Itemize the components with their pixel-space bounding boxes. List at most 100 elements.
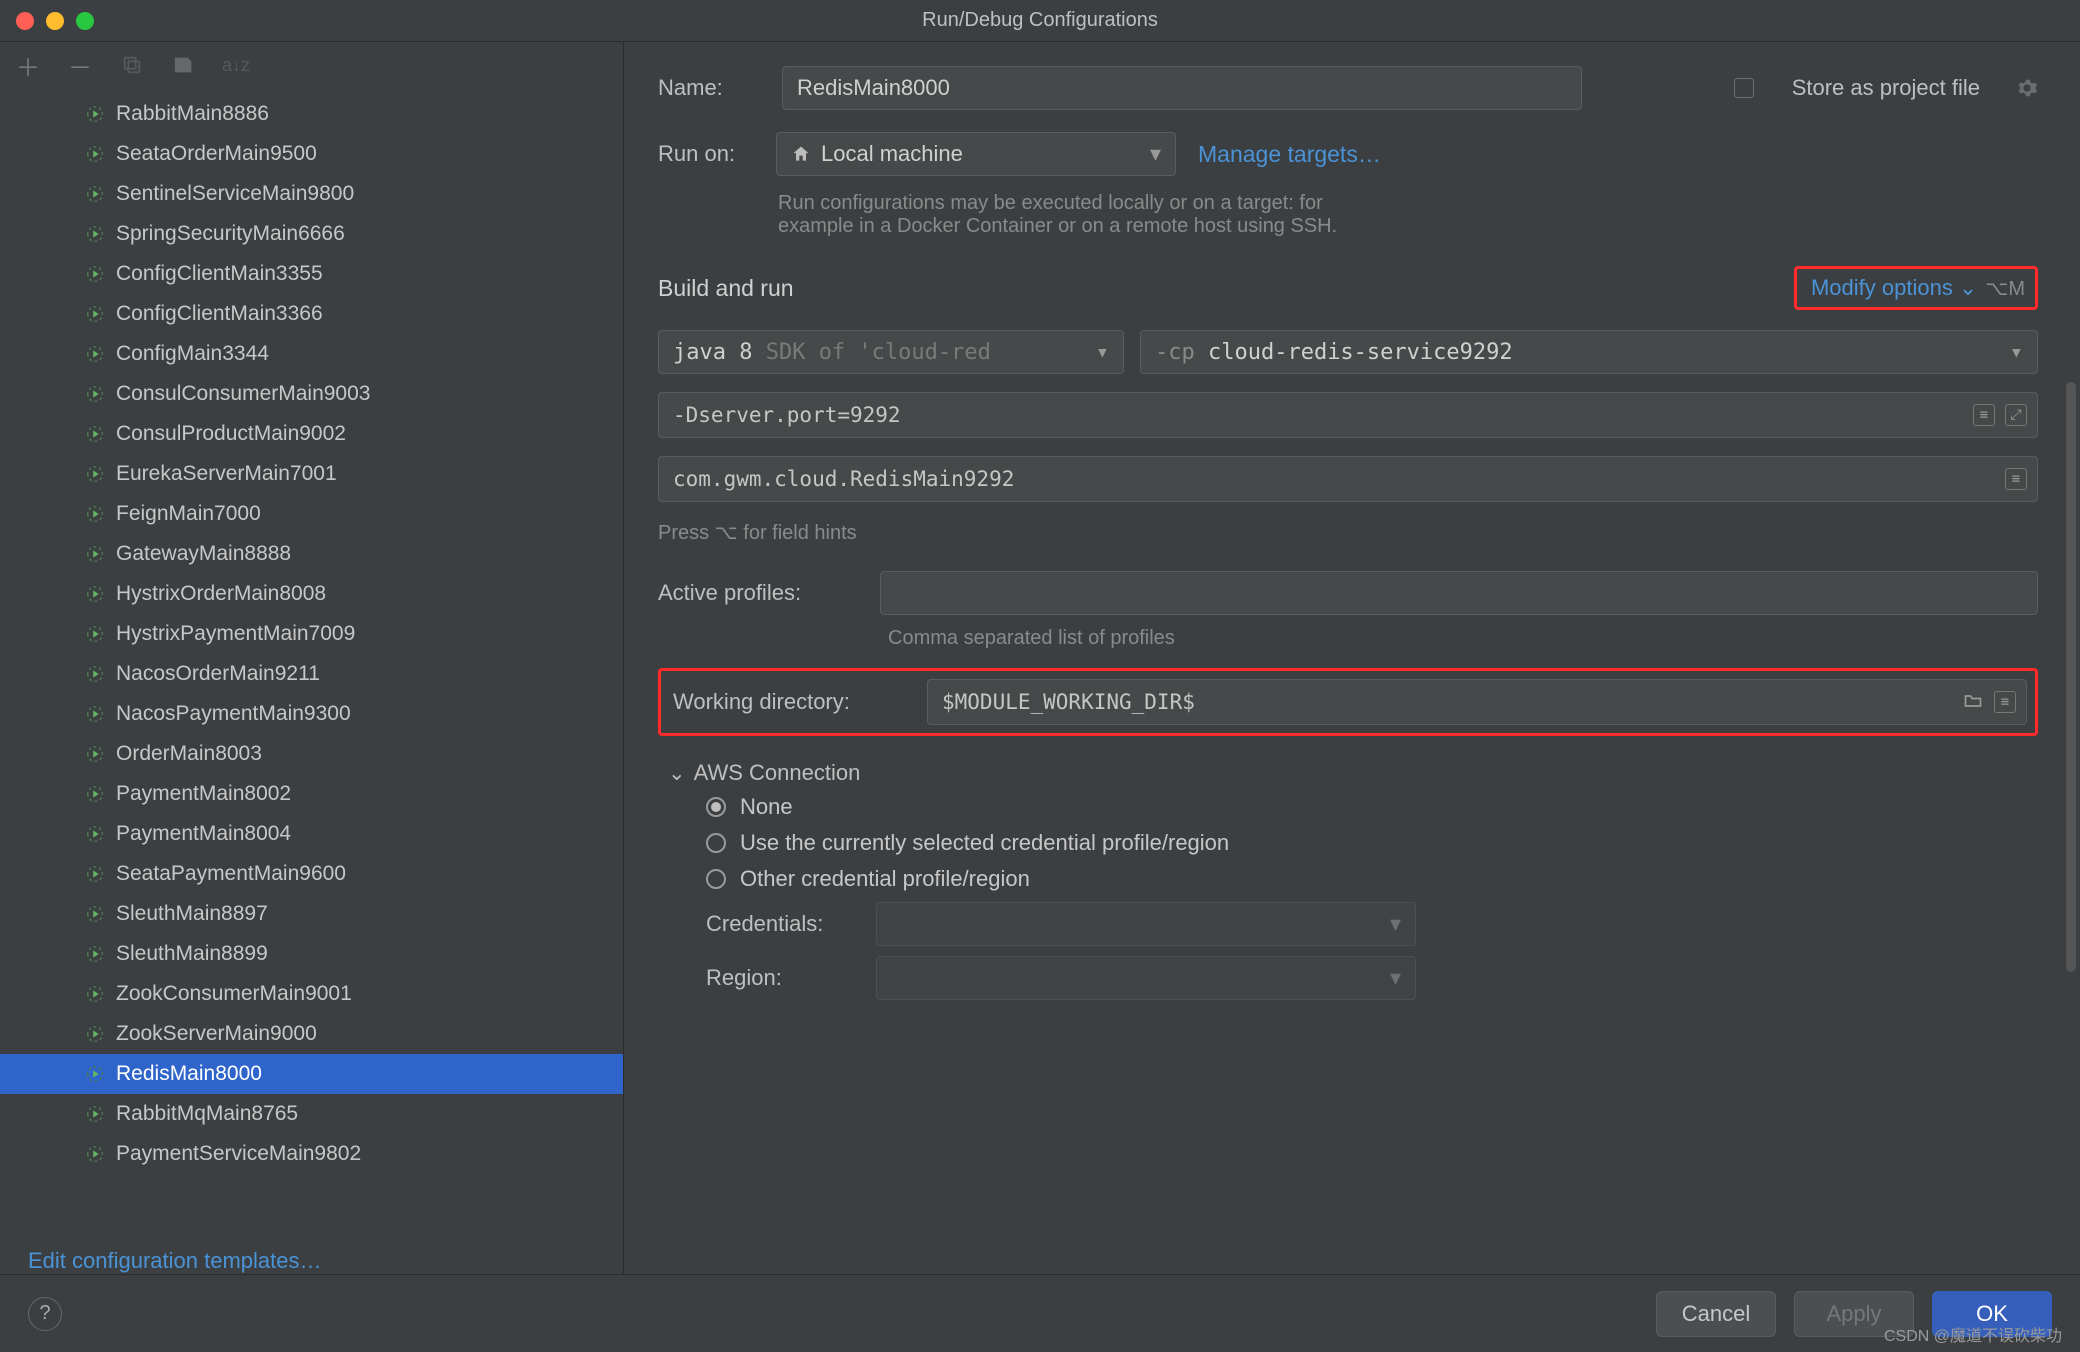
run-config-icon (84, 223, 106, 245)
store-as-project-file-checkbox[interactable] (1734, 78, 1754, 98)
aws-other-option[interactable]: Other credential profile/region (706, 866, 2038, 892)
fullscreen-field-icon[interactable]: ⤢ (2005, 404, 2027, 426)
active-profiles-label: Active profiles: (658, 580, 858, 606)
close-window-button[interactable] (16, 12, 34, 30)
config-item[interactable]: NacosPaymentMain9300 (0, 694, 623, 734)
radio-icon (706, 869, 726, 889)
config-item[interactable]: PaymentMain8002 (0, 774, 623, 814)
config-item[interactable]: ConsulProductMain9002 (0, 414, 623, 454)
config-item[interactable]: SleuthMain8899 (0, 934, 623, 974)
run-config-icon (84, 783, 106, 805)
config-item-label: EurekaServerMain7001 (116, 462, 337, 486)
working-directory-input[interactable]: $MODULE_WORKING_DIR$ ≡ (927, 679, 2027, 725)
run-on-select[interactable]: Local machine (776, 132, 1176, 176)
run-config-icon (84, 703, 106, 725)
config-item[interactable]: ZookServerMain9000 (0, 1014, 623, 1054)
folder-icon[interactable] (1962, 691, 1984, 713)
run-config-icon (84, 383, 106, 405)
aws-region-select[interactable] (876, 956, 1416, 1000)
config-item[interactable]: RabbitMain8886 (0, 94, 623, 134)
build-and-run-header: Build and run (658, 275, 794, 302)
run-config-icon (84, 583, 106, 605)
expand-field-icon[interactable]: ≡ (1973, 404, 1995, 426)
config-item[interactable]: ConsulConsumerMain9003 (0, 374, 623, 414)
config-item[interactable]: ConfigClientMain3366 (0, 294, 623, 334)
config-item[interactable]: ConfigClientMain3355 (0, 254, 623, 294)
config-item[interactable]: FeignMain7000 (0, 494, 623, 534)
manage-targets-link[interactable]: Manage targets… (1198, 141, 1381, 168)
field-hints-text: Press ⌥ for field hints (658, 520, 2038, 545)
vm-options-input[interactable]: -Dserver.port=9292 ≡ ⤢ (658, 392, 2038, 438)
expand-field-icon[interactable]: ≡ (2005, 468, 2027, 490)
config-item[interactable]: SleuthMain8897 (0, 894, 623, 934)
copy-config-button[interactable] (118, 51, 146, 79)
jdk-select[interactable]: java 8 SDK of 'cloud-red (658, 330, 1124, 374)
run-config-icon (84, 1103, 106, 1125)
modify-options-link[interactable]: Modify options ⌄ (1811, 275, 1977, 301)
window-title: Run/Debug Configurations (922, 9, 1158, 32)
config-item-label: RabbitMain8886 (116, 102, 269, 126)
name-input[interactable] (782, 66, 1582, 110)
config-item-label: PaymentMain8002 (116, 782, 291, 806)
run-config-icon (84, 1023, 106, 1045)
config-item[interactable]: NacosOrderMain9211 (0, 654, 623, 694)
config-item-label: SpringSecurityMain6666 (116, 222, 345, 246)
working-directory-label: Working directory: (669, 689, 909, 715)
aws-region-label: Region: (706, 965, 876, 991)
help-button[interactable]: ? (28, 1297, 62, 1331)
config-item-label: HystrixPaymentMain7009 (116, 622, 355, 646)
config-item[interactable]: HystrixOrderMain8008 (0, 574, 623, 614)
aws-none-option[interactable]: None (706, 794, 2038, 820)
aws-credentials-select[interactable] (876, 902, 1416, 946)
config-item[interactable]: EurekaServerMain7001 (0, 454, 623, 494)
config-item-label: OrderMain8003 (116, 742, 262, 766)
expand-field-icon[interactable]: ≡ (1994, 691, 2016, 713)
config-item[interactable]: RedisMain8000 (0, 1054, 623, 1094)
config-item[interactable]: GatewayMain8888 (0, 534, 623, 574)
config-item[interactable]: ZookConsumerMain9001 (0, 974, 623, 1014)
config-item-label: RabbitMqMain8765 (116, 1102, 298, 1126)
gear-icon[interactable] (2016, 77, 2038, 99)
run-config-icon (84, 903, 106, 925)
modify-options-shortcut: ⌥M (1985, 276, 2025, 301)
add-config-button[interactable]: ＋ (14, 51, 42, 79)
run-config-icon (84, 423, 106, 445)
cancel-button[interactable]: Cancel (1656, 1291, 1776, 1337)
config-item[interactable]: ConfigMain3344 (0, 334, 623, 374)
window-controls (0, 12, 94, 30)
config-item[interactable]: SeataOrderMain9500 (0, 134, 623, 174)
config-item[interactable]: SentinelServiceMain9800 (0, 174, 623, 214)
config-item-label: PaymentServiceMain9802 (116, 1142, 361, 1166)
home-icon (791, 144, 811, 164)
save-config-button[interactable] (170, 51, 198, 79)
config-item-label: RedisMain8000 (116, 1062, 262, 1086)
config-item-label: NacosOrderMain9211 (116, 662, 320, 686)
scrollbar[interactable] (2066, 382, 2076, 972)
radio-icon (706, 833, 726, 853)
remove-config-button[interactable]: － (66, 51, 94, 79)
config-item[interactable]: RabbitMqMain8765 (0, 1094, 623, 1134)
aws-connection-toggle[interactable]: ⌄ AWS Connection (668, 760, 2038, 786)
config-item[interactable]: PaymentServiceMain9802 (0, 1134, 623, 1174)
config-item-label: ConsulProductMain9002 (116, 422, 346, 446)
config-item[interactable]: HystrixPaymentMain7009 (0, 614, 623, 654)
aws-use-current-option[interactable]: Use the currently selected credential pr… (706, 830, 2038, 856)
config-item[interactable]: SpringSecurityMain6666 (0, 214, 623, 254)
config-item-label: ConsulConsumerMain9003 (116, 382, 370, 406)
run-config-icon (84, 143, 106, 165)
config-item[interactable]: PaymentMain8004 (0, 814, 623, 854)
watermark: CSDN @魔道不误砍柴功 (1884, 1322, 2062, 1346)
config-item[interactable]: OrderMain8003 (0, 734, 623, 774)
sort-config-button[interactable]: a↓z (222, 51, 250, 79)
minimize-window-button[interactable] (46, 12, 64, 30)
config-tree[interactable]: RabbitMain8886 SeataOrderMain9500Sentinel… (0, 88, 623, 1234)
config-item[interactable]: SeataPaymentMain9600 (0, 854, 623, 894)
edit-templates-link[interactable]: Edit configuration templates… (0, 1234, 623, 1274)
active-profiles-input[interactable] (880, 571, 2038, 615)
zoom-window-button[interactable] (76, 12, 94, 30)
main-class-input[interactable]: com.gwm.cloud.RedisMain9292 ≡ (658, 456, 2038, 502)
module-classpath-select[interactable]: -cp cloud-redis-service9292 (1140, 330, 2038, 374)
run-config-icon (84, 463, 106, 485)
config-item-label: ConfigClientMain3355 (116, 262, 323, 286)
run-config-icon (84, 103, 106, 125)
